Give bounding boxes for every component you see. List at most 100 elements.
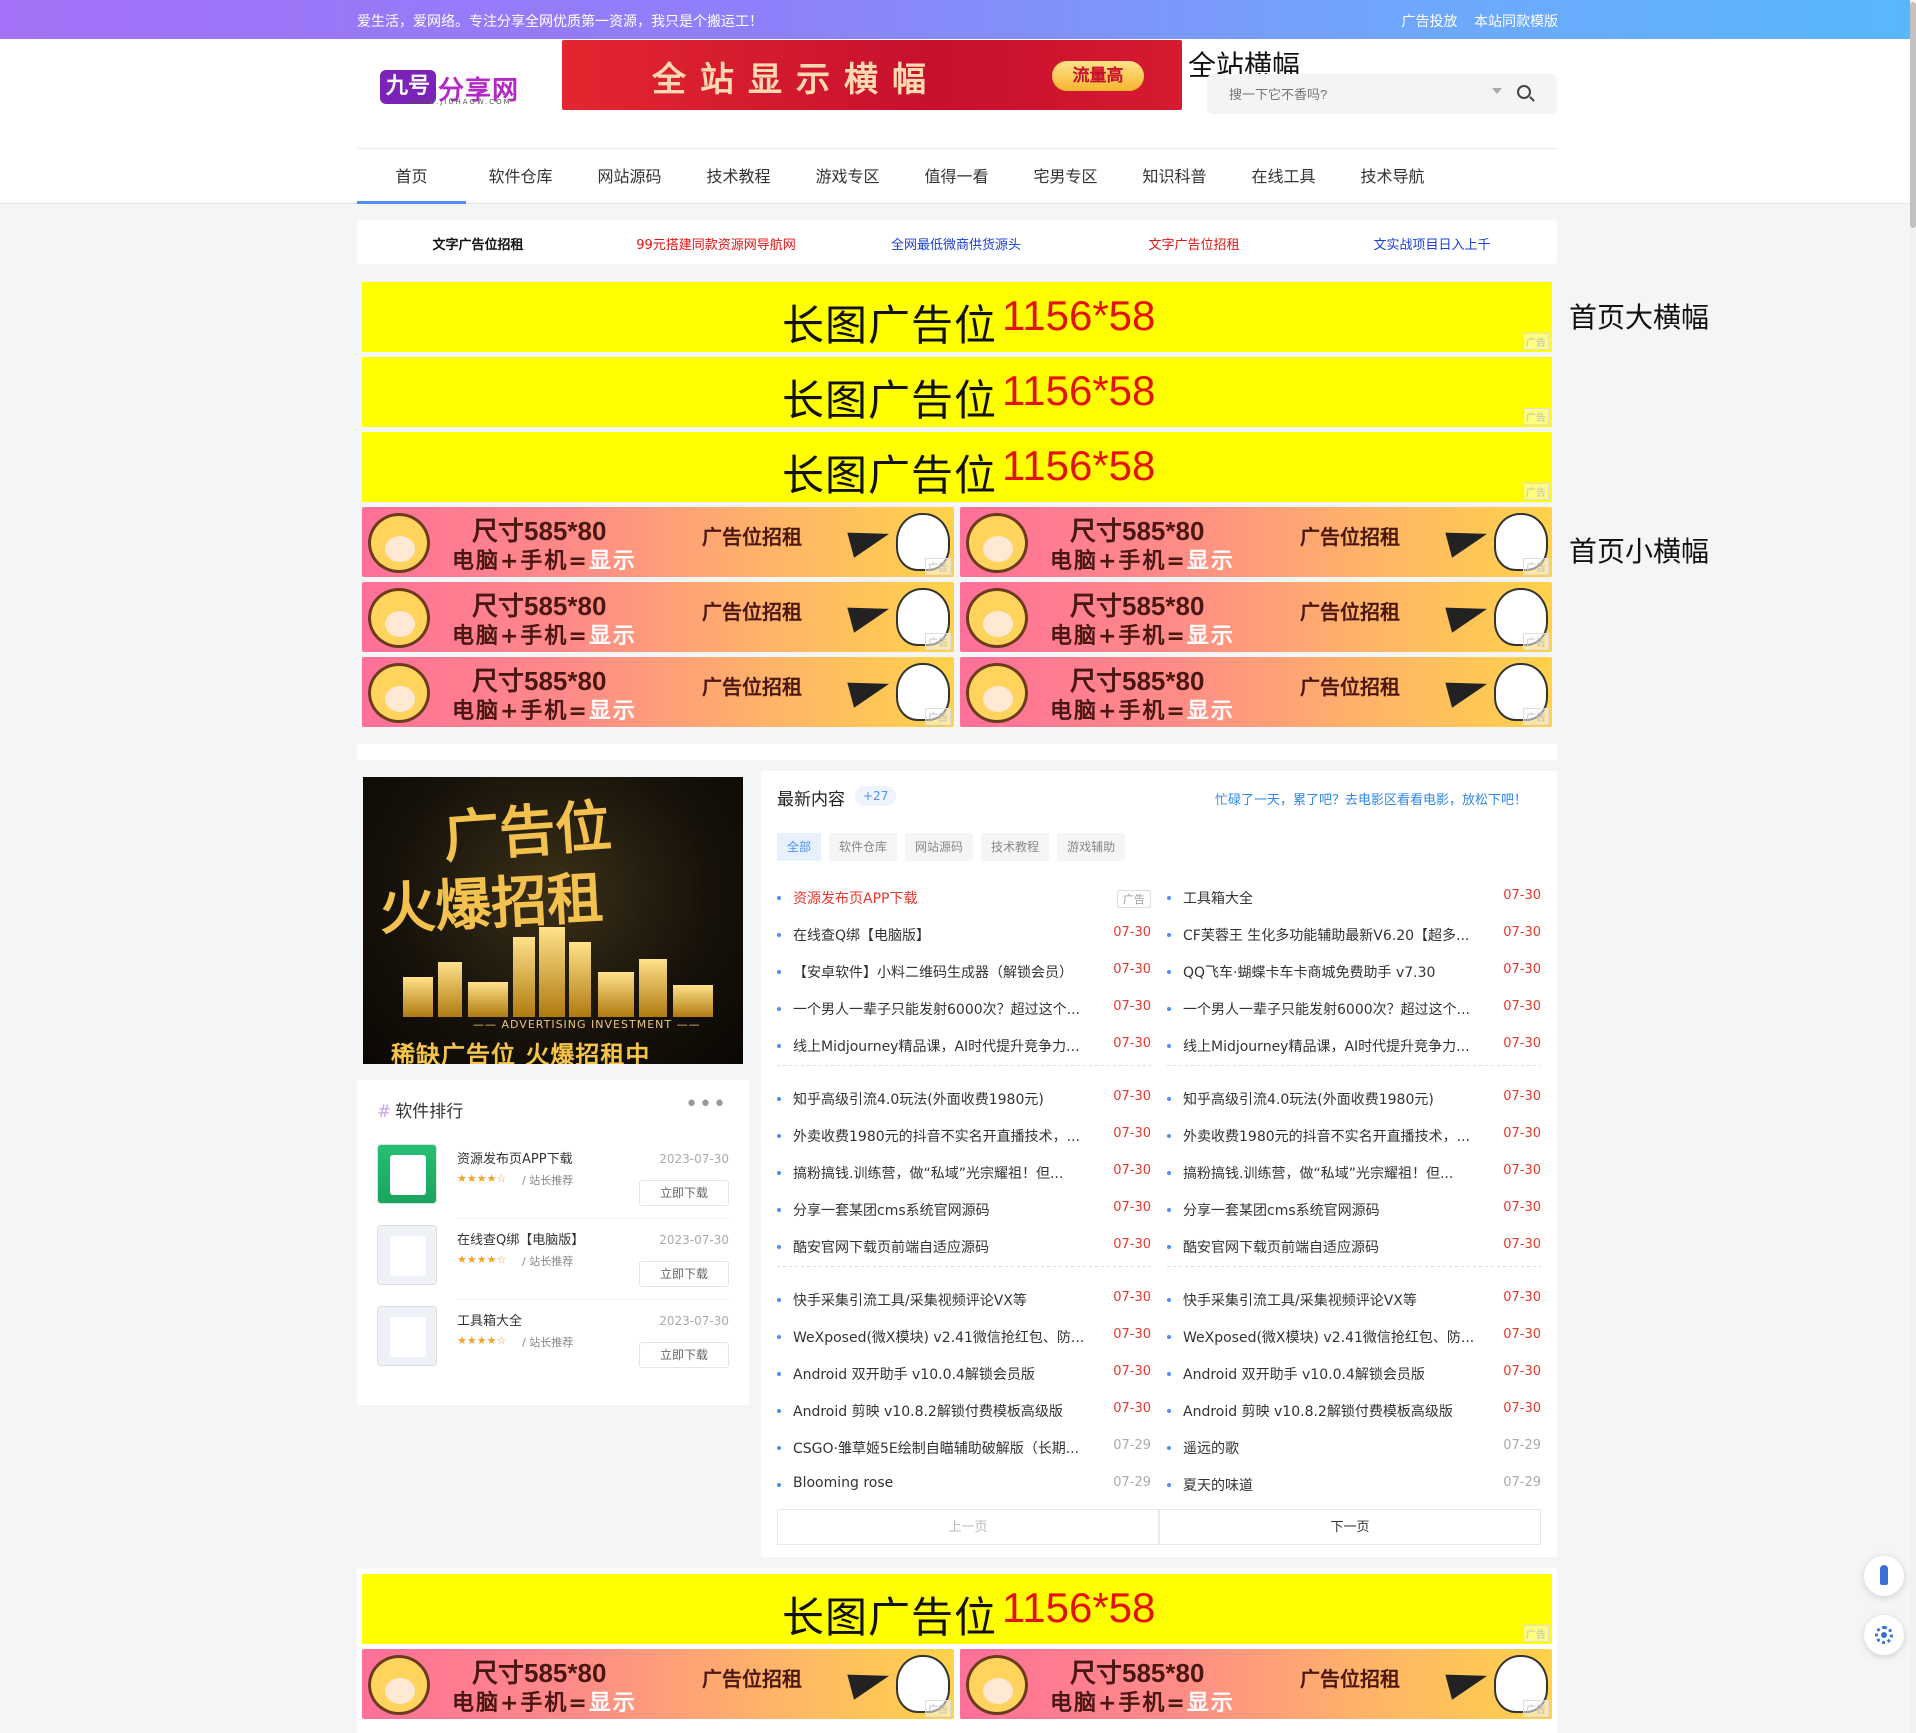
- article-title[interactable]: 在线查Q绑【电脑版】: [793, 925, 1103, 945]
- same-template-link[interactable]: 本站同款模版: [1474, 14, 1558, 30]
- article-title[interactable]: Android 双开助手 v10.0.4解锁会员版: [1183, 1364, 1493, 1384]
- article-row[interactable]: Android 剪映 v10.8.2解锁付费模板高级版 07-30: [1167, 1401, 1541, 1421]
- article-title[interactable]: 外卖收费1980元的抖音不实名开直播技术，...: [793, 1126, 1103, 1146]
- latest-hint-link[interactable]: 忙碌了一天，累了吧？去电影区看看电影，放松下吧！: [1215, 789, 1527, 808]
- article-title[interactable]: WeXposed(微X模块) v2.41微信抢红包、防...: [793, 1327, 1103, 1347]
- article-row[interactable]: 知乎高级引流4.0玩法(外面收费1980元) 07-30: [1167, 1089, 1541, 1109]
- article-row[interactable]: CSGO·雏草姬5E绘制自瞄辅助破解版（长期... 07-29: [777, 1438, 1151, 1458]
- article-title[interactable]: QQ飞车·蝴蝶卡车卡商城免费助手 v7.30: [1183, 962, 1493, 982]
- article-row[interactable]: WeXposed(微X模块) v2.41微信抢红包、防... 07-30: [777, 1327, 1151, 1347]
- small-banner[interactable]: 尺寸585*80 电脑+手机=显示 广告位招租 广告: [362, 1649, 954, 1719]
- big-banner[interactable]: 长图广告位 1156*58 广告: [362, 282, 1552, 352]
- nav-item-source[interactable]: 网站源码: [575, 150, 684, 204]
- article-title[interactable]: 夏天的味道: [1183, 1475, 1493, 1495]
- text-ad[interactable]: 全网最低微商供货源头: [837, 234, 1075, 253]
- tab-software[interactable]: 软件仓库: [829, 833, 898, 861]
- text-ad[interactable]: 99元搭建同款资源网导航网: [597, 234, 835, 253]
- article-title[interactable]: CSGO·雏草姬5E绘制自瞄辅助破解版（长期...: [793, 1438, 1103, 1458]
- article-title[interactable]: Android 双开助手 v10.0.4解锁会员版: [793, 1364, 1103, 1384]
- small-banner[interactable]: 尺寸585*80 电脑+手机=显示 广告位招租 广告: [960, 507, 1552, 577]
- article-row[interactable]: WeXposed(微X模块) v2.41微信抢红包、防... 07-30: [1167, 1327, 1541, 1347]
- article-row[interactable]: 酷安官网下载页前端自适应源码 07-30: [777, 1237, 1151, 1257]
- article-title[interactable]: Android 剪映 v10.8.2解锁付费模板高级版: [1183, 1401, 1493, 1421]
- article-row[interactable]: 【安卓软件】小料二维码生成器（解锁会员） 07-30: [777, 962, 1151, 982]
- article-row[interactable]: 分享一套某团cms系统官网源码 07-30: [777, 1200, 1151, 1220]
- next-page-button[interactable]: 下一页: [1159, 1509, 1541, 1545]
- download-button[interactable]: 立即下载: [639, 1180, 729, 1206]
- nav-item-home[interactable]: 首页: [357, 150, 466, 204]
- article-title[interactable]: WeXposed(微X模块) v2.41微信抢红包、防...: [1183, 1327, 1493, 1347]
- nav-item-tech-nav[interactable]: 技术导航: [1338, 150, 1447, 204]
- download-button[interactable]: 立即下载: [639, 1342, 729, 1368]
- article-title[interactable]: 遥远的歌: [1183, 1438, 1493, 1458]
- tab-game-aid[interactable]: 游戏辅助: [1057, 833, 1126, 861]
- app-thumbnail[interactable]: [377, 1225, 437, 1285]
- prev-page-button[interactable]: 上一页: [777, 1509, 1159, 1545]
- article-title[interactable]: 快手采集引流工具/采集视频评论VX等: [793, 1290, 1103, 1310]
- small-banner[interactable]: 尺寸585*80 电脑+手机=显示 广告位招租 广告: [362, 582, 954, 652]
- article-row[interactable]: 外卖收费1980元的抖音不实名开直播技术，... 07-30: [777, 1126, 1151, 1146]
- article-title[interactable]: Blooming rose: [793, 1475, 1103, 1491]
- article-row[interactable]: Blooming rose 07-29: [777, 1475, 1151, 1495]
- small-banner[interactable]: 尺寸585*80 电脑+手机=显示 广告位招租 广告: [960, 582, 1552, 652]
- site-logo[interactable]: 九号 分享网 WWW.JIUHAOW.COM: [380, 68, 530, 110]
- article-row[interactable]: CF芙蓉王 生化多功能辅助最新V6.20【超多... 07-30: [1167, 925, 1541, 945]
- more-options-icon[interactable]: •••: [685, 1092, 727, 1117]
- article-row[interactable]: Android 剪映 v10.8.2解锁付费模板高级版 07-30: [777, 1401, 1151, 1421]
- back-to-top-button[interactable]: [1864, 1556, 1904, 1596]
- article-title[interactable]: 外卖收费1980元的抖音不实名开直播技术，...: [1183, 1126, 1493, 1146]
- article-row[interactable]: 线上Midjourney精品课，AI时代提升竞争力... 07-30: [1167, 1036, 1541, 1056]
- article-title[interactable]: 知乎高级引流4.0玩法(外面收费1980元): [1183, 1089, 1493, 1109]
- article-title[interactable]: 线上Midjourney精品课，AI时代提升竞争力...: [1183, 1036, 1493, 1056]
- article-title[interactable]: 搞粉搞钱.训练营，做“私域”光宗耀祖！但...: [1183, 1163, 1493, 1183]
- article-row[interactable]: 快手采集引流工具/采集视频评论VX等 07-30: [777, 1290, 1151, 1310]
- article-title[interactable]: 资源发布页APP下载: [793, 888, 1103, 908]
- search-input[interactable]: [1207, 74, 1487, 114]
- article-title[interactable]: 线上Midjourney精品课，AI时代提升竞争力...: [793, 1036, 1103, 1056]
- article-title[interactable]: 分享一套某团cms系统官网源码: [793, 1200, 1103, 1220]
- article-title[interactable]: 酷安官网下载页前端自适应源码: [1183, 1237, 1493, 1257]
- search-icon[interactable]: [1517, 85, 1531, 99]
- download-button[interactable]: 立即下载: [639, 1261, 729, 1287]
- nav-item-worth[interactable]: 值得一看: [902, 150, 1011, 204]
- big-banner[interactable]: 长图广告位 1156*58 广告: [362, 1574, 1552, 1644]
- article-title[interactable]: 搞粉搞钱.训练营，做“私域”光宗耀祖！但...: [793, 1163, 1103, 1183]
- sidebar-ad-image[interactable]: 广告位 火爆招租 —— ADVERTISING INVESTMENT —— 稀缺…: [363, 777, 743, 1064]
- big-banner[interactable]: 长图广告位 1156*58 广告: [362, 357, 1552, 427]
- article-title[interactable]: 【安卓软件】小料二维码生成器（解锁会员）: [793, 962, 1103, 982]
- article-row[interactable]: 资源发布页APP下载 广告: [777, 888, 1151, 908]
- ranking-item-name[interactable]: 资源发布页APP下载: [457, 1148, 573, 1167]
- article-title[interactable]: 一个男人一辈子只能发射6000次？超过这个...: [1183, 999, 1493, 1019]
- page-scrollbar[interactable]: [1910, 0, 1916, 1733]
- top-site-banner[interactable]: 全站显示横幅 流量高: [562, 40, 1182, 110]
- scrollbar-thumb[interactable]: [1910, 2, 1916, 228]
- ranking-item-name[interactable]: 在线查Q绑【电脑版】: [457, 1229, 584, 1248]
- article-row[interactable]: 一个男人一辈子只能发射6000次？超过这个... 07-30: [777, 999, 1151, 1019]
- article-row[interactable]: 知乎高级引流4.0玩法(外面收费1980元) 07-30: [777, 1089, 1151, 1109]
- ad-placement-link[interactable]: 广告投放: [1402, 14, 1458, 30]
- article-row[interactable]: 工具箱大全 07-30: [1167, 888, 1541, 908]
- nav-item-software[interactable]: 软件仓库: [466, 150, 575, 204]
- article-row[interactable]: 酷安官网下载页前端自适应源码 07-30: [1167, 1237, 1541, 1257]
- article-title[interactable]: Android 剪映 v10.8.2解锁付费模板高级版: [793, 1401, 1103, 1421]
- search-dropdown-caret-icon[interactable]: [1492, 88, 1502, 94]
- article-row[interactable]: 在线查Q绑【电脑版】 07-30: [777, 925, 1151, 945]
- article-row[interactable]: 快手采集引流工具/采集视频评论VX等 07-30: [1167, 1290, 1541, 1310]
- article-row[interactable]: 夏天的味道 07-29: [1167, 1475, 1541, 1495]
- ranking-item-name[interactable]: 工具箱大全: [457, 1310, 522, 1329]
- small-banner[interactable]: 尺寸585*80 电脑+手机=显示 广告位招租 广告: [362, 507, 954, 577]
- article-title[interactable]: 一个男人一辈子只能发射6000次？超过这个...: [793, 999, 1103, 1019]
- article-row[interactable]: 外卖收费1980元的抖音不实名开直播技术，... 07-30: [1167, 1126, 1541, 1146]
- big-banner[interactable]: 长图广告位 1156*58 广告: [362, 432, 1552, 502]
- article-title[interactable]: CF芙蓉王 生化多功能辅助最新V6.20【超多...: [1183, 925, 1493, 945]
- tab-source[interactable]: 网站源码: [905, 833, 974, 861]
- article-row[interactable]: Android 双开助手 v10.0.4解锁会员版 07-30: [1167, 1364, 1541, 1384]
- nav-item-science[interactable]: 知识科普: [1120, 150, 1229, 204]
- tab-tutorial[interactable]: 技术教程: [981, 833, 1050, 861]
- article-title[interactable]: 工具箱大全: [1183, 888, 1493, 908]
- small-banner[interactable]: 尺寸585*80 电脑+手机=显示 广告位招租 广告: [960, 1649, 1552, 1719]
- article-row[interactable]: 搞粉搞钱.训练营，做“私域”光宗耀祖！但... 07-30: [777, 1163, 1151, 1183]
- article-row[interactable]: 搞粉搞钱.训练营，做“私域”光宗耀祖！但... 07-30: [1167, 1163, 1541, 1183]
- settings-button[interactable]: [1864, 1615, 1904, 1655]
- text-ad[interactable]: 文字广告位招租: [359, 234, 597, 253]
